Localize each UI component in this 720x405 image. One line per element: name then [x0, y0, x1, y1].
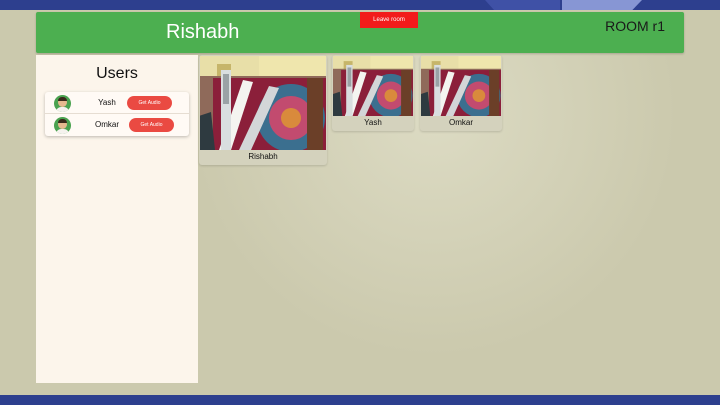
top-frame-strip	[0, 0, 720, 10]
video-stream	[333, 56, 413, 116]
video-stream	[421, 56, 501, 116]
user-name: Omkar	[95, 120, 119, 129]
user-row-yash: Yash Get Audio	[45, 92, 189, 114]
video-caption: Omkar	[449, 118, 473, 127]
avatar-icon	[54, 95, 71, 112]
avatar-icon	[54, 117, 71, 134]
video-tile-omkar[interactable]: Omkar	[420, 55, 502, 131]
frame-accent-light	[562, 0, 642, 10]
room-label: ROOM r1	[605, 18, 665, 34]
video-tile-yash[interactable]: Yash	[332, 55, 414, 131]
user-list: Yash Get Audio Omkar Get Audio	[45, 92, 189, 136]
users-title: Users	[96, 65, 138, 82]
video-tile-rishabh[interactable]: Rishabh	[199, 55, 327, 165]
users-sidebar: Users Yash Get Audio Omkar Get Audio	[36, 55, 198, 383]
video-caption: Rishabh	[248, 152, 278, 161]
frame-accent-dark	[485, 0, 560, 10]
video-caption: Yash	[364, 118, 382, 127]
leave-room-button[interactable]: Leave room	[360, 12, 418, 28]
current-user-name: Rishabh	[166, 21, 240, 43]
user-name: Yash	[98, 98, 116, 107]
video-stream	[200, 56, 326, 150]
user-row-omkar: Omkar Get Audio	[45, 114, 189, 136]
get-audio-button[interactable]: Get Audio	[127, 96, 172, 110]
bottom-frame-strip	[0, 395, 720, 405]
get-audio-button[interactable]: Get Audio	[129, 118, 174, 132]
